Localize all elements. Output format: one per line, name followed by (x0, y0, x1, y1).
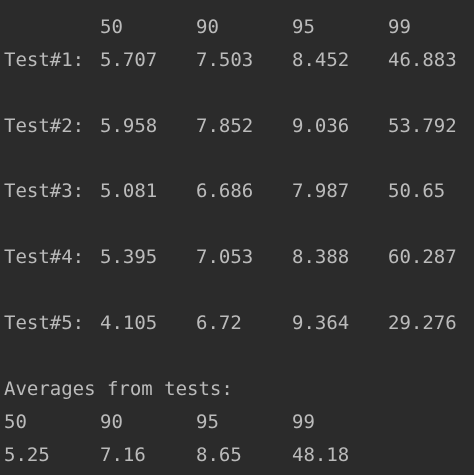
test-row-5: Test#5: 4.105 6.72 9.364 29.276 (4, 310, 457, 336)
averages-percentile-95: 95 (196, 411, 219, 433)
test-label: Test#5: (4, 312, 85, 334)
test-value-p50: 4.105 (100, 312, 158, 334)
percentile-header-50: 50 (100, 16, 123, 38)
percentile-header-99: 99 (388, 16, 411, 38)
test-value-p90: 6.686 (196, 180, 254, 202)
console-output: 50 90 95 99 Test#1: 5.707 7.503 8.452 46… (0, 0, 474, 475)
test-value-p95: 8.388 (292, 246, 350, 268)
test-value-p50: 5.081 (100, 180, 158, 202)
percentile-header-90: 90 (196, 16, 219, 38)
percentile-header-95: 95 (292, 16, 315, 38)
test-value-p95: 7.987 (292, 180, 350, 202)
averages-value-p95: 8.65 (196, 444, 242, 466)
percentile-header-row: 50 90 95 99 (4, 14, 411, 40)
test-value-p99: 46.883 (388, 49, 457, 71)
averages-percentile-90: 90 (100, 411, 123, 433)
test-value-p99: 53.792 (388, 115, 457, 137)
test-label: Test#1: (4, 49, 85, 71)
test-value-p99: 29.276 (388, 312, 457, 334)
test-value-p95: 8.452 (292, 49, 350, 71)
averages-value-p90: 7.16 (100, 444, 146, 466)
averages-percentile-row: 50 90 95 99 (4, 409, 315, 435)
averages-percentile-50: 50 (4, 411, 27, 433)
test-value-p95: 9.364 (292, 312, 350, 334)
test-value-p90: 7.852 (196, 115, 254, 137)
test-value-p90: 7.503 (196, 49, 254, 71)
test-value-p90: 7.053 (196, 246, 254, 268)
test-value-p90: 6.72 (196, 312, 242, 334)
averages-value-p50: 5.25 (4, 444, 50, 466)
test-label: Test#2: (4, 115, 85, 137)
test-value-p50: 5.707 (100, 49, 158, 71)
test-value-p99: 50.65 (388, 180, 446, 202)
test-row-2: Test#2: 5.958 7.852 9.036 53.792 (4, 113, 457, 139)
averages-values-row: 5.25 7.16 8.65 48.18 (4, 442, 349, 468)
test-row-1: Test#1: 5.707 7.503 8.452 46.883 (4, 47, 457, 73)
averages-title-text: Averages from tests: (4, 378, 233, 400)
test-value-p95: 9.036 (292, 115, 350, 137)
averages-percentile-99: 99 (292, 411, 315, 433)
test-row-3: Test#3: 5.081 6.686 7.987 50.65 (4, 178, 445, 204)
test-label: Test#4: (4, 246, 85, 268)
test-row-4: Test#4: 5.395 7.053 8.388 60.287 (4, 244, 457, 270)
test-value-p50: 5.958 (100, 115, 158, 137)
averages-value-p99: 48.18 (292, 444, 350, 466)
test-label: Test#3: (4, 180, 85, 202)
test-value-p50: 5.395 (100, 246, 158, 268)
averages-title: Averages from tests: (4, 376, 233, 402)
test-value-p99: 60.287 (388, 246, 457, 268)
